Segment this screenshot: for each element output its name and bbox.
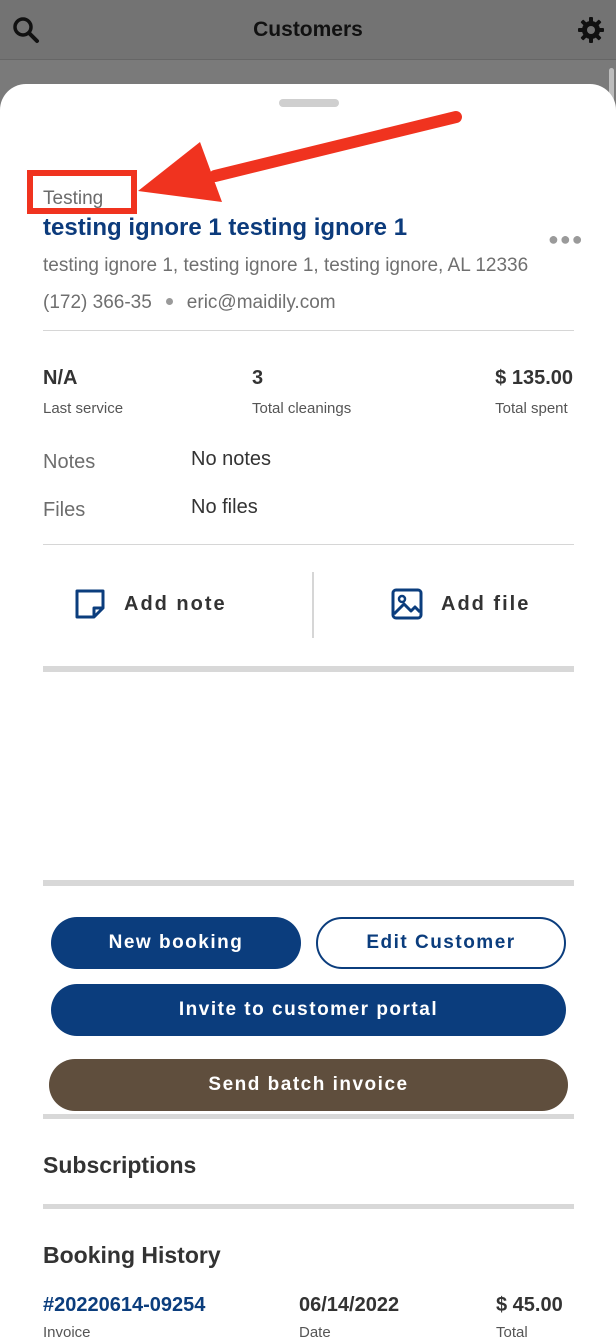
booking-total: $ 45.00 — [496, 1294, 563, 1316]
invite-portal-button[interactable]: Invite to customer portal — [51, 984, 566, 1036]
customer-detail-sheet: Testing testing ignore 1 testing ignore … — [0, 84, 616, 1342]
add-note-button[interactable]: Add note — [72, 586, 227, 622]
booking-history-heading: Booking History — [43, 1242, 221, 1268]
stat-label: Last service — [43, 400, 124, 417]
stat-value: N/A — [43, 367, 78, 389]
customer-contact: (172) 366-35 eric@maidily.com — [43, 292, 336, 314]
vertical-divider — [312, 572, 314, 638]
stat-value: $ 135.00 — [495, 367, 573, 389]
stat-label: Total spent — [495, 400, 568, 417]
column-label-date: Date — [299, 1324, 331, 1341]
section-divider — [43, 666, 574, 672]
note-icon — [75, 589, 105, 619]
send-batch-invoice-button[interactable]: Send batch invoice — [49, 1059, 568, 1111]
sheet-drag-handle[interactable] — [279, 99, 339, 107]
more-options-icon[interactable]: ●●● — [548, 229, 584, 250]
divider — [43, 330, 574, 331]
add-file-button[interactable]: Add file — [389, 586, 530, 622]
subscriptions-heading: Subscriptions — [43, 1152, 197, 1178]
divider — [43, 544, 574, 545]
add-note-label: Add note — [124, 592, 227, 615]
stat-total-spent: $ 135.00 Total spent — [495, 367, 573, 417]
gear-icon[interactable] — [577, 16, 605, 44]
files-value: No files — [191, 496, 258, 518]
booking-date: 06/14/2022 — [299, 1294, 400, 1316]
customer-address: testing ignore 1, testing ignore 1, test… — [43, 255, 529, 276]
annotation-highlight-box — [27, 170, 137, 214]
column-label-invoice: Invoice — [43, 1324, 91, 1341]
column-label-total: Total — [496, 1324, 528, 1341]
new-booking-button[interactable]: New booking — [51, 917, 301, 969]
section-divider — [43, 1114, 574, 1119]
top-bar: Customers — [0, 0, 616, 60]
customer-phone[interactable]: (172) 366-35 — [43, 292, 152, 313]
customer-email[interactable]: eric@maidily.com — [187, 292, 336, 313]
files-label: Files — [43, 499, 86, 521]
booking-invoice-link[interactable]: #20220614-09254 — [43, 1294, 205, 1317]
stat-value: 3 — [252, 367, 264, 389]
section-divider — [43, 1204, 574, 1209]
section-divider — [43, 880, 574, 886]
customer-name: testing ignore 1 testing ignore 1 — [43, 214, 408, 241]
stat-total-cleanings: 3 Total cleanings — [252, 367, 351, 417]
add-file-label: Add file — [441, 592, 531, 615]
separator-dot — [165, 297, 173, 305]
notes-value: No notes — [191, 448, 272, 470]
notes-label: Notes — [43, 451, 96, 473]
image-icon — [391, 588, 423, 620]
edit-customer-button[interactable]: Edit Customer — [316, 917, 566, 969]
stat-label: Total cleanings — [252, 400, 352, 417]
page-title: Customers — [253, 18, 363, 41]
stat-last-service: N/A Last service — [43, 367, 123, 417]
